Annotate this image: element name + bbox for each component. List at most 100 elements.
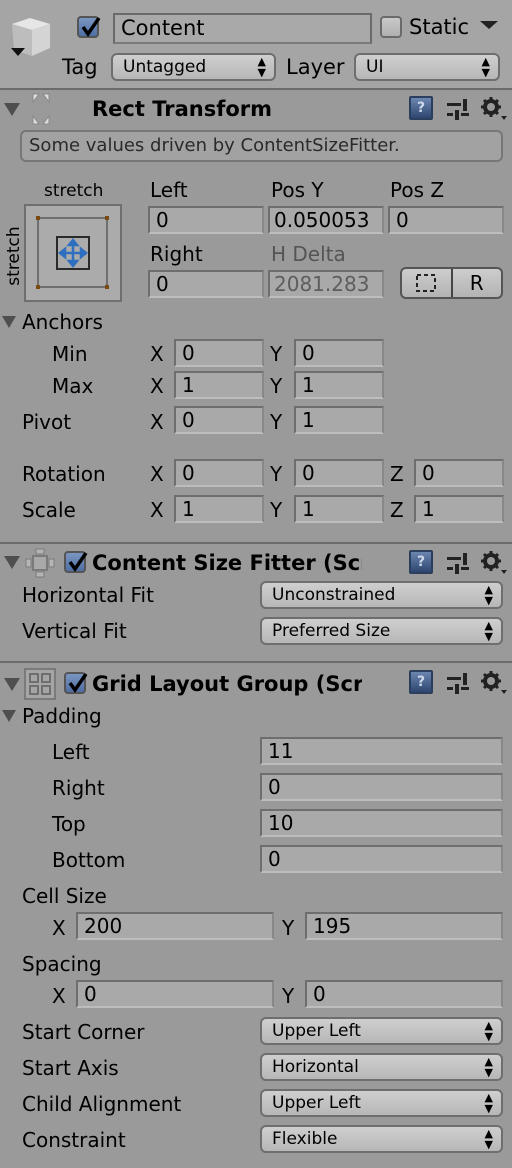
settings-gear-icon[interactable]: [480, 670, 508, 696]
blueprint-mode-button[interactable]: [402, 269, 451, 297]
anchor-preset-vertical-label: stretch: [4, 226, 24, 286]
settings-gear-icon[interactable]: [480, 550, 508, 576]
component-divider: [0, 542, 512, 544]
vertical-fit-label: Vertical Fit: [22, 619, 127, 643]
content-size-fitter-foldout-icon[interactable]: [4, 556, 20, 569]
static-dropdown-arrow-icon[interactable]: [480, 21, 498, 31]
layer-label: Layer: [286, 55, 345, 79]
pos-y-input[interactable]: 0.050053: [268, 206, 384, 234]
scale-y-input[interactable]: 1: [294, 495, 384, 523]
padding-foldout-icon[interactable]: [2, 710, 16, 722]
cell-size-x-input[interactable]: 200: [76, 912, 274, 940]
preset-sliders-icon[interactable]: [446, 551, 470, 575]
axis-y-label: Y: [282, 916, 295, 940]
axis-x-label: X: [52, 984, 66, 1008]
padding-bottom-input[interactable]: 0: [260, 845, 503, 873]
content-size-fitter-icon: [25, 548, 55, 578]
pivot-x-input[interactable]: 0: [174, 406, 264, 434]
axis-y-label: Y: [270, 462, 283, 486]
child-alignment-dropdown[interactable]: Upper Left ▲ ▼: [260, 1089, 503, 1117]
driven-values-info-box: Some values driven by ContentSizeFitter.: [20, 130, 503, 162]
anchors-foldout-icon[interactable]: [2, 316, 16, 328]
child-alignment-value: Upper Left: [272, 1093, 361, 1113]
raw-edit-mode-button[interactable]: R: [450, 269, 502, 297]
rotation-x-input[interactable]: 0: [174, 459, 264, 487]
start-corner-dropdown[interactable]: Upper Left ▲ ▼: [260, 1017, 503, 1045]
anchor-min-y-input[interactable]: 0: [294, 339, 384, 367]
constraint-label: Constraint: [22, 1128, 126, 1152]
axis-z-label: Z: [390, 462, 404, 486]
horizontal-fit-dropdown[interactable]: Unconstrained ▲ ▼: [260, 581, 503, 609]
dropdown-arrows-icon: ▲ ▼: [481, 55, 490, 79]
constraint-dropdown[interactable]: Flexible ▲ ▼: [260, 1125, 503, 1153]
vertical-fit-dropdown[interactable]: Preferred Size ▲ ▼: [260, 617, 503, 645]
right-label: Right: [150, 242, 203, 266]
padding-top-input[interactable]: 10: [260, 809, 503, 837]
pos-y-label: Pos Y: [271, 178, 324, 202]
component-divider: [0, 661, 512, 663]
pos-z-label: Pos Z: [390, 178, 445, 202]
grid-layout-group-foldout-icon[interactable]: [4, 678, 20, 691]
padding-right-label: Right: [52, 776, 105, 800]
start-axis-dropdown[interactable]: Horizontal ▲ ▼: [260, 1053, 503, 1081]
static-checkbox[interactable]: [380, 16, 402, 38]
start-axis-label: Start Axis: [22, 1056, 119, 1080]
edit-mode-buttons: R: [400, 267, 503, 299]
rotation-z-input[interactable]: 0: [414, 459, 504, 487]
anchor-max-label: Max: [52, 374, 94, 398]
grid-layout-group-title: Grid Layout Group (Scri: [92, 672, 362, 696]
grid-layout-group-enabled-checkbox[interactable]: [64, 672, 88, 694]
anchor-preset-horizontal-label: stretch: [44, 181, 104, 201]
axis-x-label: X: [150, 374, 164, 398]
rect-transform-icon: [32, 93, 50, 125]
spacing-y-input[interactable]: 0: [305, 980, 503, 1008]
padding-left-input[interactable]: 11: [260, 737, 503, 765]
object-name-input[interactable]: Content: [113, 13, 372, 44]
start-corner-value: Upper Left: [272, 1021, 361, 1041]
axis-x-label: X: [150, 498, 164, 522]
anchor-presets-button[interactable]: [24, 204, 122, 302]
scale-label: Scale: [22, 498, 76, 522]
tag-value: Untagged: [123, 57, 207, 77]
layer-dropdown[interactable]: UI ▲ ▼: [354, 53, 500, 81]
scale-z-input[interactable]: 1: [414, 495, 504, 523]
rect-transform-title: Rect Transform: [92, 97, 273, 121]
start-corner-label: Start Corner: [22, 1020, 145, 1044]
settings-gear-icon[interactable]: [480, 96, 508, 122]
axis-x-label: X: [150, 462, 164, 486]
rect-transform-foldout-icon[interactable]: [4, 103, 20, 116]
preset-sliders-icon[interactable]: [446, 671, 470, 695]
active-checkbox[interactable]: [77, 16, 101, 38]
pos-z-input[interactable]: 0: [388, 206, 504, 234]
cell-size-y-input[interactable]: 195: [305, 912, 503, 940]
dropdown-arrows-icon: ▲ ▼: [484, 1019, 493, 1043]
tag-dropdown[interactable]: Untagged ▲ ▼: [111, 53, 276, 81]
spacing-x-input[interactable]: 0: [76, 980, 274, 1008]
help-book-icon[interactable]: ?: [409, 550, 433, 574]
scale-x-input[interactable]: 1: [174, 495, 264, 523]
dropdown-arrows-icon: ▲ ▼: [484, 619, 493, 643]
pivot-y-input[interactable]: 1: [294, 406, 384, 434]
help-book-icon[interactable]: ?: [409, 670, 433, 694]
left-label: Left: [150, 178, 188, 202]
padding-top-label: Top: [52, 812, 86, 836]
axis-y-label: Y: [282, 984, 295, 1008]
rotation-y-input[interactable]: 0: [294, 459, 384, 487]
h-delta-input: 2081.283: [268, 270, 384, 298]
help-book-icon[interactable]: ?: [409, 96, 433, 120]
vertical-fit-value: Preferred Size: [272, 621, 391, 641]
cell-size-label: Cell Size: [22, 884, 107, 908]
anchor-min-label: Min: [52, 342, 88, 366]
preset-sliders-icon[interactable]: [446, 97, 470, 121]
content-size-fitter-enabled-checkbox[interactable]: [64, 551, 88, 573]
layer-value: UI: [366, 57, 384, 77]
dropdown-arrows-icon: ▲ ▼: [257, 55, 266, 79]
padding-right-input[interactable]: 0: [260, 773, 503, 801]
gameobject-cube-icon[interactable]: [6, 12, 52, 58]
anchor-max-y-input[interactable]: 1: [294, 371, 384, 399]
horizontal-fit-value: Unconstrained: [272, 585, 396, 605]
anchor-max-x-input[interactable]: 1: [174, 371, 264, 399]
left-input[interactable]: 0: [148, 206, 264, 234]
anchor-min-x-input[interactable]: 0: [174, 339, 264, 367]
right-input[interactable]: 0: [148, 270, 264, 298]
